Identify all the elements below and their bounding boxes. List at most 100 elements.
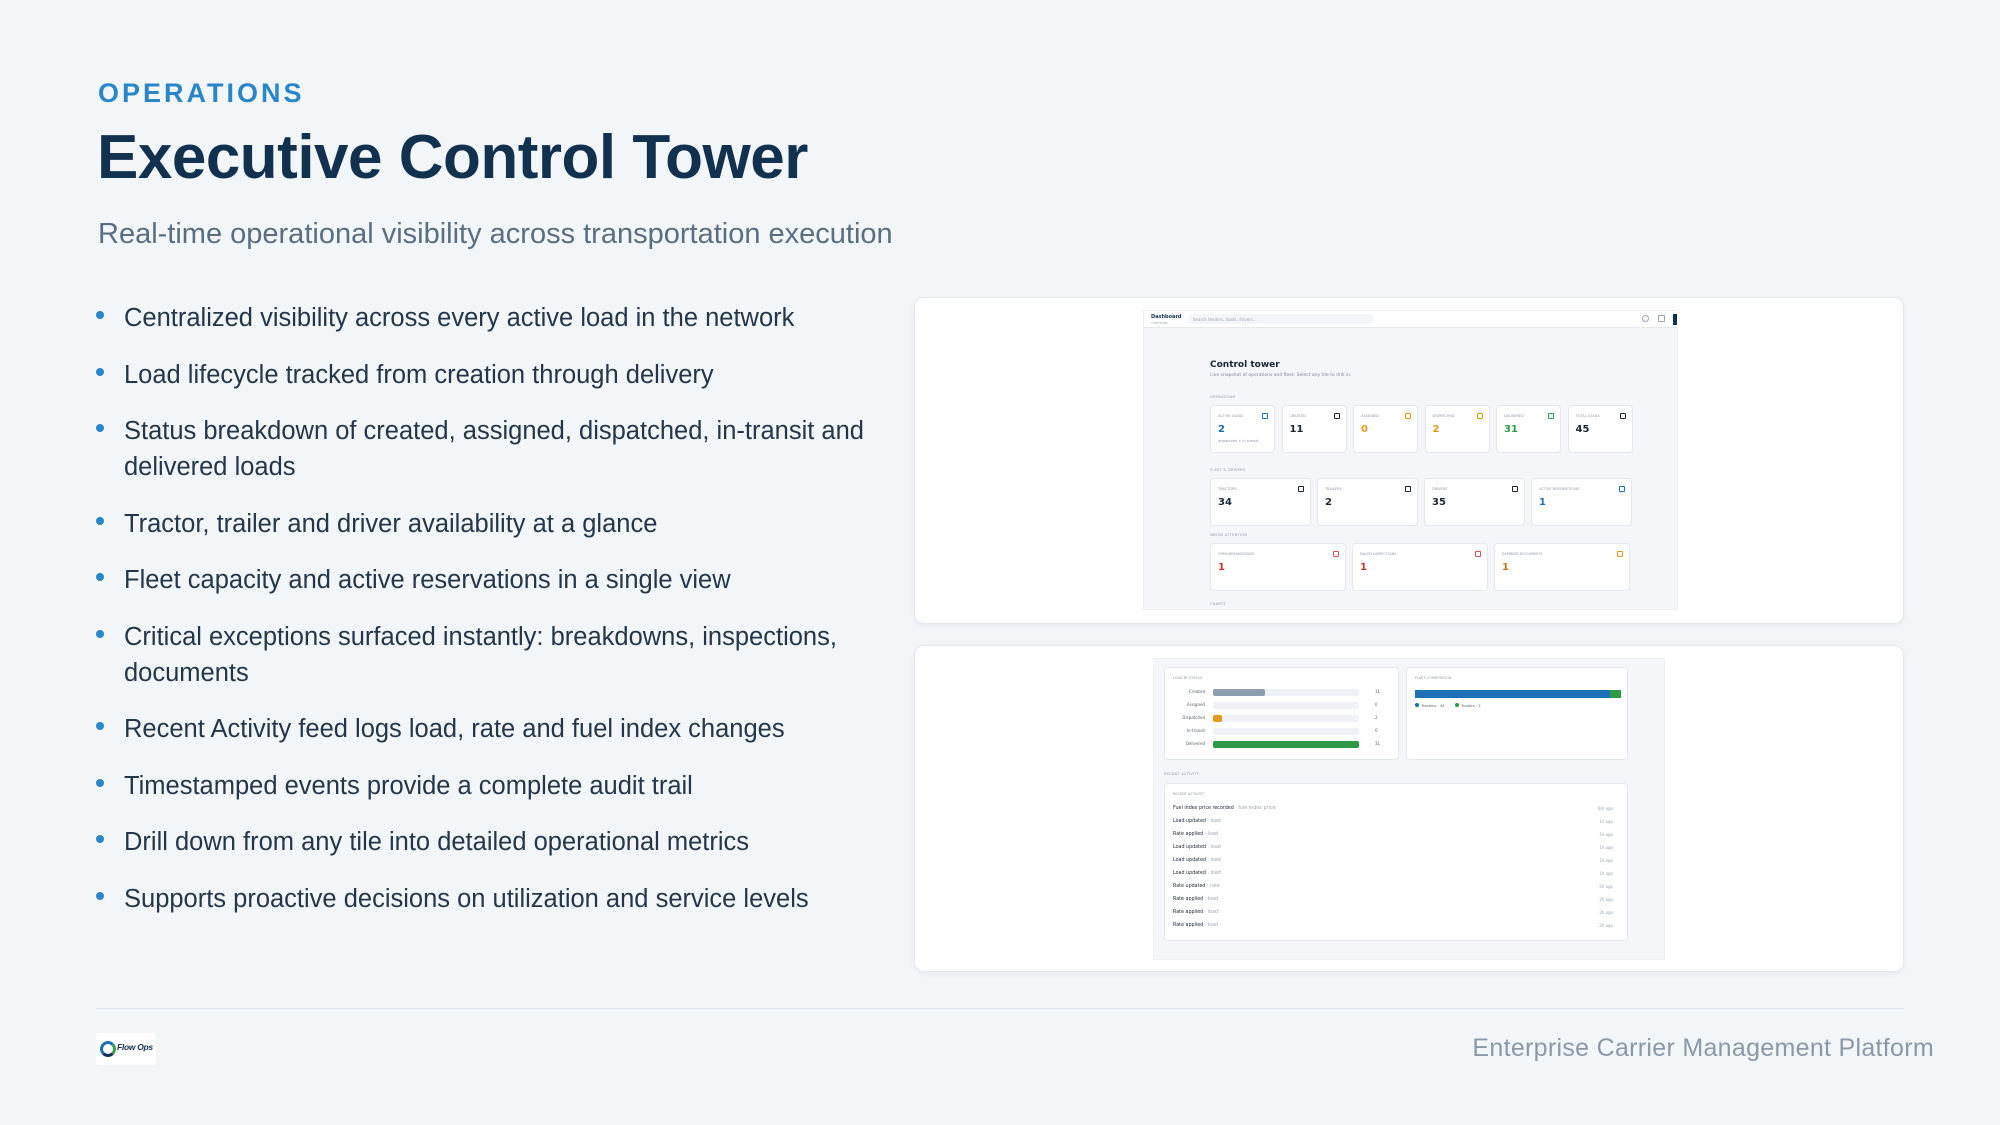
bullet-dot-icon bbox=[96, 573, 104, 581]
status-bar-track bbox=[1213, 728, 1359, 735]
tile-value: 31 bbox=[1504, 424, 1518, 435]
load-status-label: LOAD BY STATUS bbox=[1173, 676, 1203, 680]
tile-label: TRAILERS bbox=[1325, 487, 1342, 491]
fleet-composition-segment bbox=[1609, 690, 1621, 698]
activity-row[interactable]: Rate updated · rate 2h ago bbox=[1173, 884, 1613, 896]
refresh-icon[interactable] bbox=[1658, 315, 1665, 322]
activity-name: Load updated bbox=[1173, 871, 1206, 876]
activity-name: Load updated bbox=[1173, 858, 1206, 863]
bullet-dot-icon bbox=[96, 891, 104, 900]
search-input[interactable]: Search tenders, loads, drivers... bbox=[1188, 314, 1373, 324]
section-fleet: FLEET & DRIVERS bbox=[1210, 468, 1246, 472]
activity-time: 2h ago bbox=[1599, 923, 1613, 928]
activity-type: · load bbox=[1207, 858, 1221, 863]
feature-item: Status breakdown of created, assigned, d… bbox=[96, 413, 866, 485]
activity-row[interactable]: Rate applied · load 2h ago bbox=[1173, 897, 1613, 909]
footer-divider bbox=[96, 1008, 1904, 1009]
activity-row[interactable]: Load updated · load 1h ago bbox=[1173, 819, 1613, 831]
activity-row[interactable]: Load updated · load 1h ago bbox=[1173, 871, 1613, 883]
page-title: Executive Control Tower bbox=[97, 123, 808, 192]
topbar-title[interactable]: Dashboard bbox=[1151, 314, 1182, 320]
tile-label: TRACTORS bbox=[1218, 487, 1237, 491]
tile-label: EXPIRING DOCUMENTS bbox=[1502, 552, 1543, 556]
fleet-composition-panel[interactable]: FLEET COMPOSITION Tractors · 34 Trailers … bbox=[1406, 667, 1628, 760]
attention-tile[interactable]: EXPIRING DOCUMENTS 1 bbox=[1494, 543, 1630, 591]
activity-time: 2h ago bbox=[1599, 910, 1613, 915]
fleet-tile[interactable]: TRAILERS 2 bbox=[1317, 478, 1418, 526]
section-operations: OPERATIONS bbox=[1210, 395, 1236, 399]
feature-item: Critical exceptions surfaced instantly: … bbox=[96, 619, 866, 691]
fleet-tile[interactable]: ACTIVE RESERVATIONS 1 bbox=[1531, 478, 1632, 526]
activity-name: Rate applied bbox=[1173, 832, 1204, 837]
fleet-legend-item: Tractors · 34 bbox=[1415, 703, 1445, 708]
operations-tile[interactable]: TOTAL LOADS 45 bbox=[1567, 405, 1633, 453]
bullet-dot-icon bbox=[96, 424, 104, 432]
tile-value: 11 bbox=[1289, 424, 1304, 435]
tile-icon bbox=[1333, 413, 1340, 419]
tile-icon bbox=[1262, 413, 1268, 419]
status-bar-label: Created bbox=[1189, 689, 1205, 694]
platform-name: Enterprise Carrier Management Platform bbox=[1472, 1034, 1934, 1062]
dashboard-subheading: Live snapshot of operations and fleet. S… bbox=[1210, 373, 1352, 378]
operations-tile[interactable]: DISPATCHED 2 bbox=[1424, 405, 1490, 453]
eyebrow-label: OPERATIONS bbox=[98, 78, 305, 108]
status-bar-row: In-transit 0 bbox=[1165, 727, 1378, 736]
activity-row[interactable]: Fuel index price recorded · fuel index p… bbox=[1173, 806, 1613, 818]
status-bar-label: In-transit bbox=[1186, 728, 1205, 733]
activity-name: Rate applied bbox=[1173, 910, 1204, 915]
tile-value: 2 bbox=[1218, 424, 1225, 435]
status-bar-value: 2 bbox=[1375, 715, 1378, 720]
status-bar-row: Assigned 0 bbox=[1165, 701, 1378, 710]
operations-tile[interactable]: CREATED 11 bbox=[1281, 405, 1347, 453]
operations-tile[interactable]: DELIVERED 31 bbox=[1496, 405, 1561, 453]
tile-label: CREATED bbox=[1289, 414, 1306, 418]
control-tower-preview: Dashboard Overview Search tenders, loads… bbox=[1143, 310, 1678, 610]
operations-tile[interactable]: ASSIGNED 0 bbox=[1353, 405, 1418, 453]
recent-activity-panel[interactable]: RECENT ACTIVITY Fuel index price recorde… bbox=[1164, 783, 1628, 941]
activity-row[interactable]: Rate applied · load 1h ago bbox=[1173, 832, 1613, 844]
attention-tile[interactable]: FAILED INSPECTIONS 1 bbox=[1352, 543, 1488, 591]
avatar[interactable] bbox=[1673, 314, 1677, 325]
bullet-dot-icon bbox=[96, 835, 104, 843]
activity-time: 1h ago bbox=[1599, 832, 1613, 837]
activity-row[interactable]: Rate applied · load 2h ago bbox=[1173, 910, 1613, 922]
bullet-dot-icon bbox=[96, 516, 104, 525]
status-bar-label: Delivered bbox=[1185, 741, 1205, 746]
fleet-tile[interactable]: DRIVERS 35 bbox=[1424, 478, 1525, 526]
activity-time: 1h ago bbox=[1599, 871, 1613, 876]
dashboard-screenshot-bottom: LOAD BY STATUS Created 11 Assigned 0 Dispatc… bbox=[914, 645, 1904, 972]
section-attention: NEEDS ATTENTION bbox=[1210, 533, 1248, 537]
feature-item: Centralized visibility across every acti… bbox=[96, 300, 866, 336]
load-status-panel[interactable]: LOAD BY STATUS Created 11 Assigned 0 Dispatc… bbox=[1164, 667, 1399, 760]
status-bar-row: Dispatched 2 bbox=[1165, 714, 1378, 723]
tile-value: 0 bbox=[1361, 424, 1368, 435]
fleet-tile[interactable]: TRACTORS 34 bbox=[1210, 478, 1311, 526]
status-bar-value: 0 bbox=[1375, 728, 1378, 733]
fleet-composition-label: FLEET COMPOSITION bbox=[1415, 676, 1452, 680]
feature-item: Supports proactive decisions on utilizat… bbox=[96, 881, 866, 917]
tile-value: 2 bbox=[1432, 424, 1440, 435]
activity-name: Rate updated bbox=[1173, 884, 1206, 889]
bullet-dot-icon bbox=[96, 629, 104, 638]
attention-tile[interactable]: OPEN BREAKDOWNS 1 bbox=[1210, 543, 1346, 591]
activity-time: 1h ago bbox=[1599, 819, 1613, 824]
logo-swirl-icon bbox=[100, 1041, 116, 1057]
activity-row[interactable]: Load updated · load 1h ago bbox=[1173, 858, 1613, 870]
tile-label: DELIVERED bbox=[1504, 414, 1524, 418]
activity-type: · load bbox=[1204, 832, 1219, 837]
activity-type: · rate bbox=[1207, 884, 1220, 889]
tile-value: 45 bbox=[1575, 424, 1590, 435]
activity-name: Load updated bbox=[1173, 845, 1206, 850]
activity-type: · load bbox=[1207, 871, 1221, 876]
activity-row[interactable]: Load updated · load 1h ago bbox=[1173, 845, 1613, 857]
charts-activity-preview: LOAD BY STATUS Created 11 Assigned 0 Dispatc… bbox=[1153, 658, 1665, 960]
activity-row[interactable]: Rate applied · load 2h ago bbox=[1173, 923, 1613, 935]
status-bar-track bbox=[1213, 715, 1359, 722]
tile-note: dispatched + in-transit bbox=[1218, 439, 1259, 443]
tile-value: 34 bbox=[1218, 497, 1232, 508]
section-recent-activity: RECENT ACTIVITY bbox=[1164, 772, 1200, 776]
help-icon[interactable] bbox=[1642, 315, 1649, 322]
bullet-dot-icon bbox=[96, 778, 104, 787]
operations-tile[interactable]: ACTIVE LOADS 2 dispatched + in-transit bbox=[1210, 405, 1275, 453]
activity-time: 1h ago bbox=[1599, 858, 1613, 863]
